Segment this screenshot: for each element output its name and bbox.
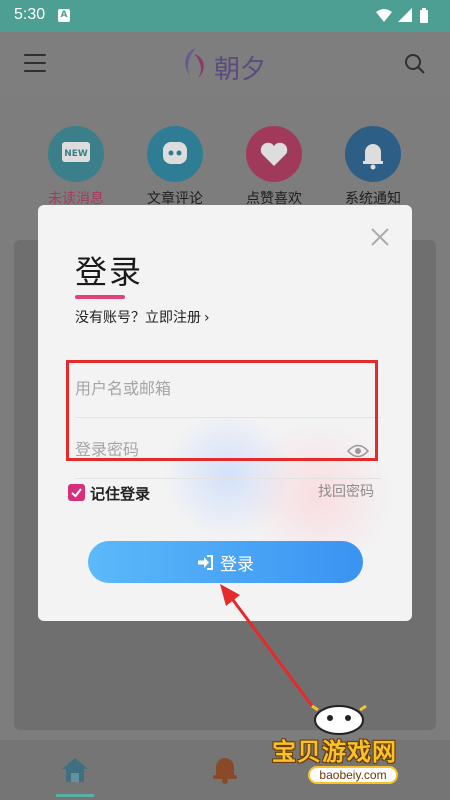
register-link[interactable]: 没有账号？立即注册 ›	[75, 307, 210, 327]
eye-icon[interactable]	[347, 443, 369, 459]
sim-icon: A	[58, 9, 70, 22]
category-unread[interactable]: NEW 未读消息	[36, 126, 116, 208]
home-icon[interactable]	[60, 756, 90, 784]
logo-mark-icon	[185, 48, 204, 78]
watermark-url: baobeiy.com	[308, 766, 398, 784]
comment-icon	[147, 126, 203, 182]
status-bar: 5:30 A	[0, 0, 450, 32]
app-logo: 朝夕	[180, 44, 272, 85]
app-header: 朝夕	[0, 32, 450, 94]
login-button-label: 登录	[220, 554, 254, 575]
close-icon[interactable]	[370, 227, 390, 247]
password-field	[75, 421, 381, 479]
checkbox-checked-icon	[68, 484, 85, 501]
username-input[interactable]	[75, 374, 345, 402]
status-time: 5:30	[14, 6, 46, 23]
menu-icon[interactable]	[24, 54, 46, 72]
category-notifications[interactable]: 系统通知	[333, 126, 413, 208]
chevron-right-icon: ›	[204, 310, 210, 326]
new-message-icon: NEW	[48, 126, 104, 182]
category-comments[interactable]: 文章评论	[135, 126, 215, 208]
login-dialog: 登录 没有账号？立即注册› 记住登录 找回密码 登录	[38, 205, 412, 621]
dialog-title: 登录	[75, 253, 144, 291]
username-field	[75, 360, 381, 418]
bell-icon[interactable]	[211, 754, 239, 784]
system-icons	[376, 8, 428, 23]
forgot-password-link[interactable]: 找回密码	[318, 481, 374, 501]
remember-label: 记住登录	[90, 485, 151, 503]
password-input[interactable]	[75, 435, 345, 463]
sign-in-icon	[198, 554, 213, 570]
category-likes[interactable]: 点赞喜欢	[234, 126, 314, 208]
bell-icon	[345, 126, 401, 182]
wifi-icon	[376, 9, 392, 22]
battery-icon	[420, 10, 428, 23]
svg-text:NEW: NEW	[64, 149, 88, 159]
gamepad-mascot-icon	[311, 704, 367, 735]
watermark-title: 宝贝游戏网	[272, 738, 397, 766]
heart-icon	[246, 126, 302, 182]
app-title: 朝夕	[214, 55, 267, 85]
title-underline	[75, 295, 125, 299]
register-link-label: 没有账号？立即注册	[75, 310, 201, 326]
login-button[interactable]: 登录	[88, 541, 363, 583]
signal-icon	[398, 8, 412, 22]
watermark: 宝贝游戏网 baobeiy.com	[268, 700, 440, 792]
search-icon[interactable]	[404, 53, 426, 75]
active-tab-indicator	[56, 794, 94, 797]
